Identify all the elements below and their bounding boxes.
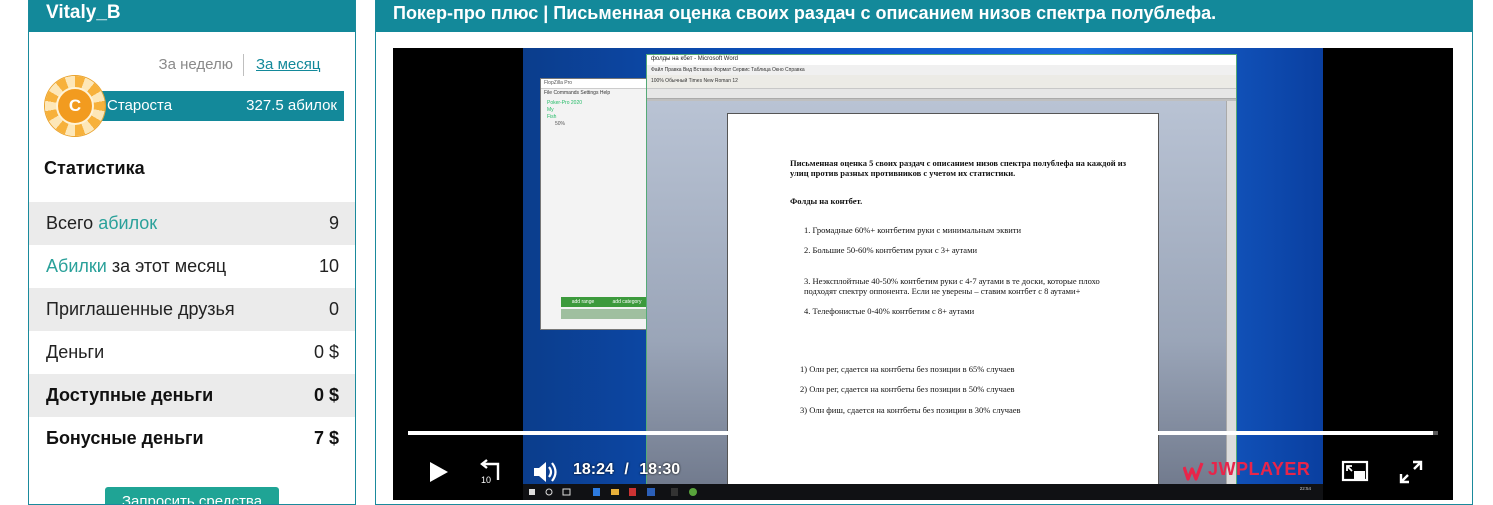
level-bar: Староста 327.5 абилок [87, 91, 344, 121]
stats-title: Статистика [44, 158, 145, 178]
video-panel: Покер-про плюс | Письменная оценка своих… [375, 0, 1473, 505]
stat-label: Бонусные деньги [46, 428, 204, 448]
svg-text:10: 10 [481, 475, 491, 485]
taskbar-clock: 22:54 [1299, 486, 1311, 491]
doc-list-item: 3. Неэксплойтные 40-50% контбетим руки с… [804, 276, 1100, 296]
stat-label: Всего абилок [46, 213, 157, 234]
word-menu: Файл Правка Вид Вставка Формат Сервис Та… [647, 65, 1236, 75]
windows-taskbar: 22:54 [523, 484, 1323, 500]
seek-bar-fill [408, 431, 1433, 435]
doc-list-item: 4. Телефонистые 0-40% контбетим с 8+ аут… [804, 306, 975, 316]
poker-chip-icon: C [45, 76, 105, 136]
jwplayer-logo-icon[interactable] [1183, 461, 1205, 481]
word-ruler [647, 89, 1236, 99]
period-switch: За неделю За месяц [29, 54, 355, 76]
jwplayer-logo[interactable]: JWPLAYER [1208, 459, 1310, 480]
tree-item: My [547, 107, 554, 113]
seek-bar[interactable] [408, 431, 1438, 435]
time-total: 18:30 [639, 461, 681, 478]
chip-center: C [56, 87, 94, 125]
stat-label: Доступные деньги [46, 385, 214, 405]
stat-label: Абилки за этот месяц [46, 256, 226, 277]
app-disabled-button [605, 309, 649, 319]
add-range-button: add range [561, 297, 605, 307]
app-tree: Poker-Pro 2020 My Fish 50% [541, 98, 649, 130]
app-titlebar: FlopZilla Pro [541, 79, 649, 89]
level-name: Староста [107, 97, 173, 114]
doc-list-item: 2. Большие 50-60% контбетим руки с 3+ ау… [804, 245, 977, 255]
period-divider [243, 54, 244, 76]
add-category-button: add category [605, 297, 649, 307]
video-title: Покер-про плюс | Письменная оценка своих… [376, 0, 1472, 32]
tree-item: Fish [547, 114, 557, 120]
word-document-area: Письменная оценка 5 своих раздач с описа… [647, 101, 1236, 500]
stat-value: 10 [318, 256, 339, 276]
stat-value: 0 $ [313, 385, 339, 405]
stat-label: Приглашенные друзья [46, 299, 235, 319]
abilki-link[interactable]: абилок [98, 213, 157, 233]
stat-row-money: Деньги 0 $ [29, 331, 355, 374]
request-funds-button[interactable]: Запросить средства [105, 487, 279, 504]
taskbar-icons [529, 488, 697, 496]
stat-label: Деньги [46, 342, 105, 362]
app-disabled-button [561, 309, 605, 319]
stat-row-bonus-money: Бонусные деньги 7 $ [29, 417, 355, 460]
rewind-10-icon[interactable]: 10 [478, 458, 506, 486]
stat-value: 0 $ [313, 342, 339, 362]
stat-row-total-abilki: Всего абилок 9 [29, 202, 355, 245]
doc-list-item: 2) Олн рег, сдается на контбеты без пози… [800, 384, 1015, 394]
stat-row-month-abilki: Абилки за этот месяц 10 [29, 245, 355, 288]
range-app-window: FlopZilla Pro File Commands Settings Hel… [540, 78, 650, 330]
word-toolbar: 100% Обычный Times New Roman 12 [647, 75, 1236, 89]
stats-list: Всего абилок 9 Абилки за этот месяц 10 П… [29, 202, 355, 460]
stat-label-text: за этот месяц [106, 256, 227, 276]
word-titlebar: фолды на кбет - Microsoft Word [647, 55, 1236, 65]
picture-in-picture-icon[interactable] [1341, 459, 1369, 483]
stat-row-available-money: Доступные деньги 0 $ [29, 374, 355, 417]
word-scrollbar [1226, 101, 1236, 500]
chip-letter: C [68, 96, 82, 115]
time-separator: / [624, 461, 629, 478]
abilki-link[interactable]: Абилки [46, 256, 107, 276]
video-player[interactable]: FlopZilla Pro File Commands Settings Hel… [393, 48, 1453, 500]
fullscreen-icon[interactable] [1399, 460, 1423, 484]
user-sidebar: Vitaly_B За неделю За месяц Староста 327… [28, 0, 356, 505]
play-icon[interactable] [427, 460, 451, 484]
doc-list-item: 3) Олн фиш, сдается на контбеты без пози… [800, 405, 1021, 415]
period-week-link[interactable]: За неделю [159, 56, 233, 73]
doc-heading: Письменная оценка 5 своих раздач с описа… [790, 158, 1127, 178]
level-value: 327.5 абилок [246, 97, 337, 114]
word-page: Письменная оценка 5 своих раздач с описа… [727, 113, 1159, 500]
tree-item: 50% [555, 121, 566, 127]
stat-row-invited-friends: Приглашенные друзья 0 [29, 288, 355, 331]
stat-label-text: Всего [46, 213, 99, 233]
stat-value: 0 [328, 299, 339, 319]
app-menu: File Commands Settings Help [544, 90, 611, 96]
doc-list-item: 1. Громадные 60%+ контбетим руки с миним… [804, 225, 1022, 235]
tree-item: Poker-Pro 2020 [547, 100, 583, 106]
period-month-link[interactable]: За месяц [256, 56, 320, 73]
stat-value: 7 $ [313, 428, 339, 448]
sidebar-username: Vitaly_B [29, 0, 355, 32]
doc-list-item: 1) Олн рег, сдается на контбеты без пози… [800, 364, 1015, 374]
time-current: 18:24 [573, 461, 614, 478]
stat-value: 9 [328, 213, 339, 233]
doc-subheading: Фолды на контбет. [790, 196, 863, 206]
volume-icon[interactable] [532, 459, 560, 485]
time-display: 18:24 / 18:30 [573, 461, 680, 479]
